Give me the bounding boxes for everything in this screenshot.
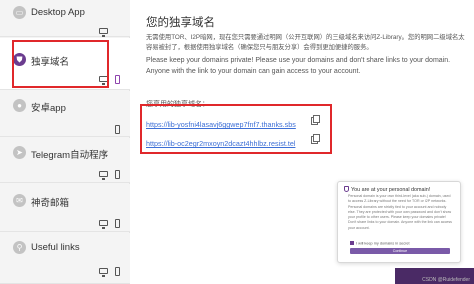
desktop-platform-icon <box>99 28 108 37</box>
sidebar-item-label: Telegram自动程序 <box>31 150 109 161</box>
sidebar-item-label: 神奇邮箱 <box>31 198 70 209</box>
domain-link[interactable]: https://lib-yosfni4lasavj6ggwep7fnf7.tha… <box>146 120 296 129</box>
copy-icon[interactable] <box>311 134 320 144</box>
sidebar-item-label: Useful links <box>31 242 80 253</box>
sidebar-item-magic-mail[interactable]: ✉ 神奇邮箱 <box>0 184 130 232</box>
page-title: 您的独享域名 <box>146 17 215 29</box>
mobile-platform-icon <box>115 170 120 179</box>
link-icon: ⚲ <box>13 241 26 254</box>
description-english: Please keep your domains private! Please… <box>146 57 451 75</box>
sidebar-item-label: Desktop App <box>31 7 85 18</box>
desktop-platform-icon <box>99 76 108 85</box>
popup-title-row: You are at your personal domain! <box>344 186 430 193</box>
sidebar-item-personal-domain[interactable]: ⛊ 独享域名 <box>0 38 130 90</box>
mobile-platform-icon <box>115 125 120 134</box>
keep-secret-checkbox[interactable]: I will keep my domains in secret <box>350 241 410 246</box>
sidebar-item-label: 独享域名 <box>31 57 70 68</box>
desktop-platform-icon <box>99 220 108 229</box>
mobile-platform-icon <box>115 75 120 84</box>
monitor-icon: ▭ <box>13 6 26 19</box>
mail-icon: ✉ <box>13 194 26 207</box>
platform-icons <box>82 267 122 278</box>
domains-label: 您享用的独享域名： <box>146 101 209 108</box>
personal-domain-popup: You are at your personal domain! Persona… <box>337 181 461 263</box>
sidebar-item-desktop-app[interactable]: ▭ Desktop App <box>0 0 130 37</box>
platform-icons <box>82 75 122 86</box>
sidebar-item-label: 安卓app <box>31 103 66 114</box>
shield-icon <box>344 186 349 192</box>
sidebar-item-telegram-bot[interactable]: ➤ Telegram自动程序 <box>0 138 130 183</box>
sidebar-item-useful-links[interactable]: ⚲ Useful links <box>0 233 130 284</box>
platform-icons <box>82 219 122 230</box>
copy-icon[interactable] <box>311 115 320 125</box>
telegram-icon: ➤ <box>13 146 26 159</box>
android-icon: ● <box>13 99 26 112</box>
sidebar-item-android-app[interactable]: ● 安卓app <box>0 91 130 137</box>
domain-row: https://lib-yosfni4lasavj6ggwep7fnf7.tha… <box>146 114 321 129</box>
platform-icons <box>82 28 122 38</box>
popup-title: You are at your personal domain! <box>351 187 431 193</box>
mobile-platform-icon <box>115 219 120 228</box>
desktop-platform-icon <box>99 171 108 180</box>
domain-row: https://lib-oc2egr2mxoyn2dcazt4hhlbz.res… <box>146 133 321 148</box>
checkbox-label: I will keep my domains in secret <box>356 241 410 246</box>
continue-button[interactable]: Continue <box>350 248 450 254</box>
popup-body: Personal domain is your own third-level … <box>348 194 452 230</box>
watermark: CSDN @Ruidefender <box>422 277 470 283</box>
desktop-platform-icon <box>99 268 108 277</box>
domain-link[interactable]: https://lib-oc2egr2mxoyn2dcazt4hhlbz.res… <box>146 139 295 148</box>
checkbox-icon[interactable] <box>350 241 354 245</box>
sidebar: ▭ Desktop App ⛊ 独享域名 ● 安卓app ➤ Telegram自… <box>0 0 130 284</box>
description-chinese: 无需使用TOR、I2P暗网，现在您只需要通过明网（公开互联网）的三级域名来访问Z… <box>146 34 465 51</box>
mobile-platform-icon <box>115 267 120 276</box>
shield-icon: ⛊ <box>13 53 26 66</box>
platform-icons <box>82 170 122 181</box>
platform-icons <box>82 125 122 136</box>
